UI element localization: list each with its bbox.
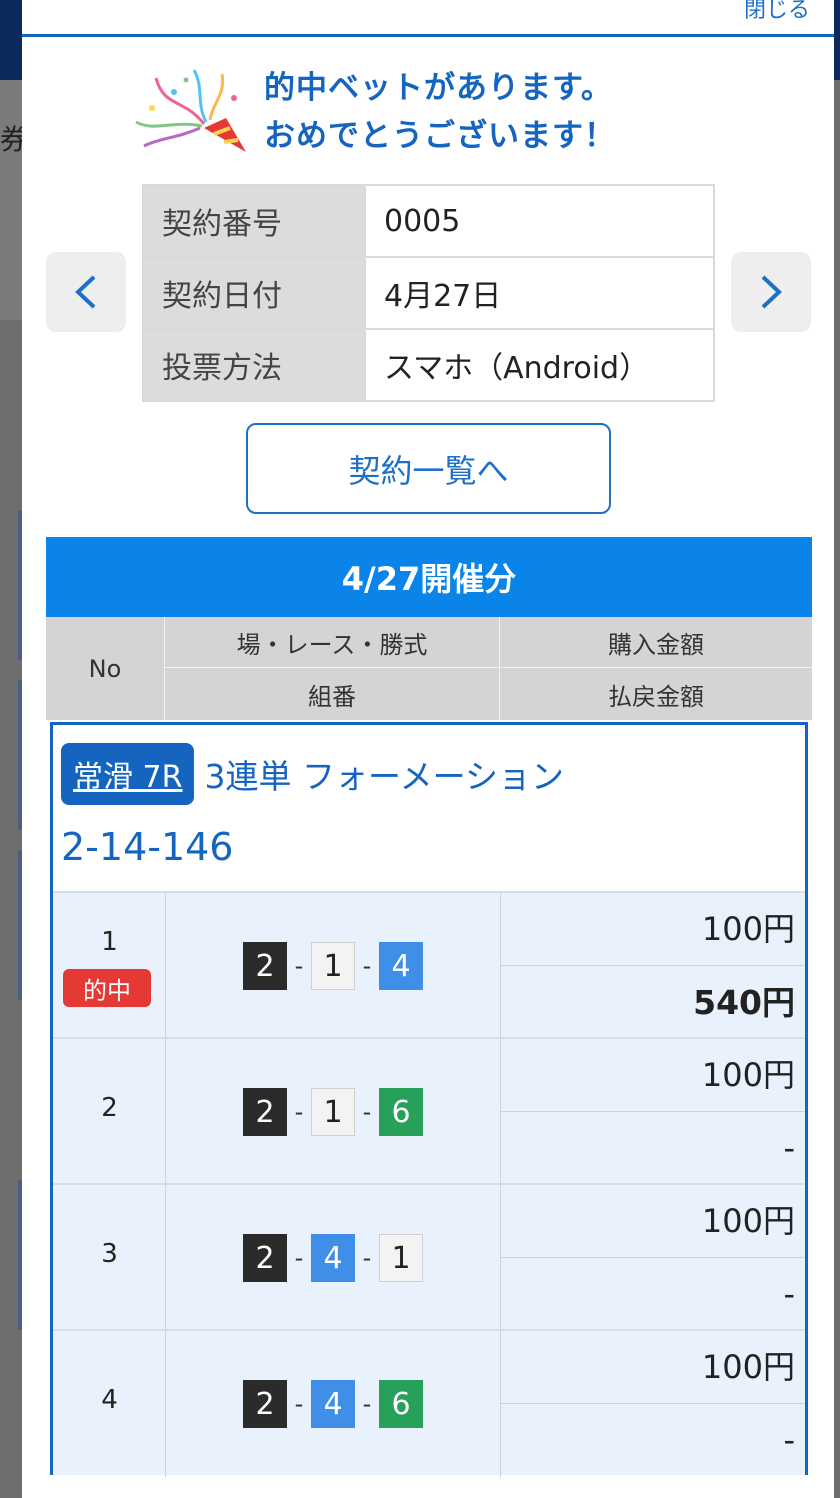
venue-link[interactable]: 常滑 7R [61, 743, 195, 805]
boat-number-box: 2 [243, 1088, 287, 1136]
contract-date-label: 契約日付 [142, 256, 366, 330]
separator: - [294, 1098, 304, 1126]
contract-number-value: 0005 [364, 184, 715, 258]
hit-badge: 的中 [63, 969, 151, 1007]
boat-number-box: 1 [379, 1234, 423, 1282]
table-row: 2 2 - 1 - 6 100円 - [53, 1037, 805, 1185]
ticket-card: 常滑 7R 3連単 フォーメーション 2-14-146 1 的中 2 - 1 -… [50, 722, 808, 1477]
purchase-amount: 100円 [501, 1185, 805, 1258]
table-row: 3 2 - 4 - 1 100円 - [53, 1183, 805, 1331]
row-combination: 2 - 4 - 6 [166, 1331, 501, 1477]
bet-rows: 1 的中 2 - 1 - 4 100円 540円 2 2 - 1 - 6 100… [53, 891, 805, 1477]
contract-row: 契約日付 4月27日 [142, 256, 715, 330]
column-payout-amount: 払戻金額 [608, 682, 704, 711]
separator: - [362, 952, 372, 980]
congrats-line-1: 的中ベットがあります。 [264, 70, 613, 106]
vote-method-label: 投票方法 [142, 328, 366, 402]
chevron-left-icon [75, 275, 96, 309]
party-popper-icon [135, 69, 246, 152]
boat-number-box: 2 [243, 1234, 287, 1282]
column-combination: 組番 [165, 668, 500, 720]
row-number: 2 [101, 1093, 118, 1123]
next-contract-button[interactable] [731, 252, 811, 332]
column-header: No 場・レース・勝式 組番 購入金額 払戻金額 [46, 617, 812, 720]
purchase-amount: 100円 [501, 893, 805, 966]
row-number: 1 [101, 927, 118, 957]
boat-number-box: 2 [243, 1380, 287, 1428]
payout-amount: - [783, 1129, 795, 1167]
congrats-banner: 的中ベットがあります。 おめでとうございます！ [22, 60, 834, 160]
combination-summary: 2-14-146 [61, 825, 234, 869]
congrats-text: 的中ベットがあります。 おめでとうございます！ [264, 64, 616, 160]
date-header: 4/27開催分 [46, 537, 812, 617]
boat-number-box: 4 [311, 1234, 355, 1282]
separator: - [294, 1244, 304, 1272]
table-row: 1 的中 2 - 1 - 4 100円 540円 [53, 891, 805, 1039]
contract-date-value: 4月27日 [364, 256, 715, 330]
boat-number-box: 4 [379, 942, 423, 990]
boat-number-box: 6 [379, 1380, 423, 1428]
column-no: No [46, 617, 165, 720]
race-line: 常滑 7R 3連単 フォーメーション [61, 743, 564, 805]
purchase-amount: 100円 [501, 1039, 805, 1112]
separator: - [362, 1390, 372, 1418]
separator: - [294, 1390, 304, 1418]
bet-type: 3連単 フォーメーション [204, 757, 564, 796]
background-strip [0, 80, 24, 320]
congrats-line-2: おめでとうございます！ [264, 118, 616, 154]
boat-number-box: 1 [311, 942, 355, 990]
row-no-cell: 1 的中 [53, 893, 166, 1039]
row-no-cell: 3 [53, 1185, 166, 1331]
boat-number-box: 4 [311, 1380, 355, 1428]
row-no-cell: 2 [53, 1039, 166, 1185]
modal-top-rule [22, 34, 834, 37]
vote-method-value: スマホ（Android） [364, 328, 715, 402]
row-combination: 2 - 4 - 1 [166, 1185, 501, 1331]
contract-number-label: 契約番号 [142, 184, 366, 258]
previous-contract-button[interactable] [46, 252, 126, 332]
chevron-right-icon [761, 275, 782, 309]
row-no-cell: 4 [53, 1331, 166, 1477]
payout-amount: 540円 [693, 983, 795, 1022]
column-race: 場・レース・勝式 [165, 617, 500, 668]
contract-row: 投票方法 スマホ（Android） [142, 328, 715, 402]
contract-list-button[interactable]: 契約一覧へ [246, 423, 611, 514]
separator: - [294, 952, 304, 980]
payout-amount: - [783, 1421, 795, 1459]
purchase-amount: 100円 [501, 1331, 805, 1404]
row-number: 3 [101, 1239, 118, 1269]
result-modal: 閉じる 的中ベットがあります。 おめでとうございます！ 契約番号 0005 契約… [22, 0, 834, 1498]
column-purchase-amount: 購入金額 [500, 617, 812, 668]
contract-info-table: 契約番号 0005 契約日付 4月27日 投票方法 スマホ（Android） [142, 184, 715, 402]
payout-amount: - [783, 1275, 795, 1313]
row-number: 4 [101, 1385, 118, 1415]
boat-number-box: 1 [311, 1088, 355, 1136]
separator: - [362, 1098, 372, 1126]
close-link[interactable]: 閉じる [744, 0, 810, 24]
row-combination: 2 - 1 - 6 [166, 1039, 501, 1185]
row-combination: 2 - 1 - 4 [166, 893, 501, 1039]
boat-number-box: 2 [243, 942, 287, 990]
boat-number-box: 6 [379, 1088, 423, 1136]
contract-row: 契約番号 0005 [142, 184, 715, 258]
separator: - [362, 1244, 372, 1272]
table-row: 4 2 - 4 - 6 100円 - [53, 1329, 805, 1477]
